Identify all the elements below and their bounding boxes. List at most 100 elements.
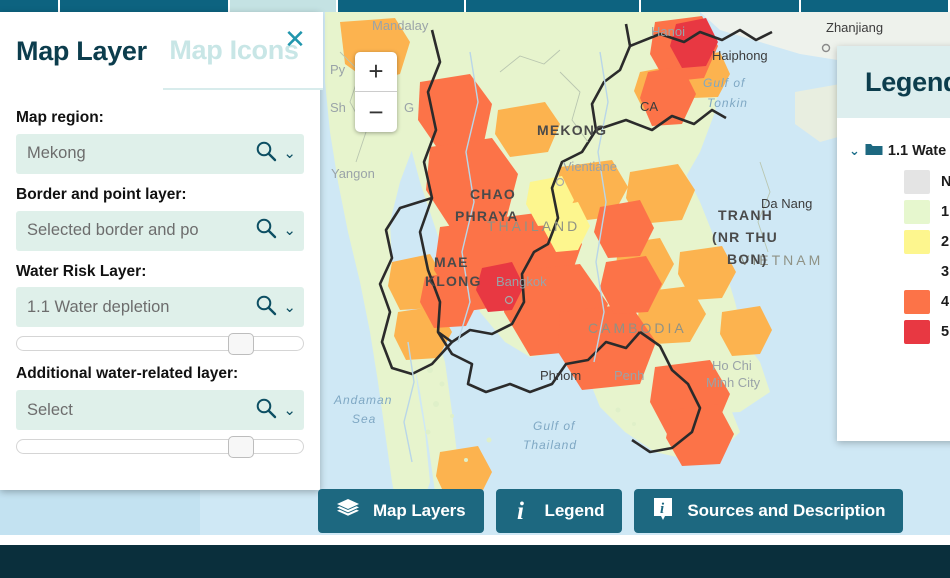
legend-item-label: 1	[941, 204, 950, 220]
legend-button-label: Legend	[544, 501, 605, 520]
panel-body: Map region: Mekong ⌄ Border and point layer…	[0, 90, 320, 459]
additional-water-layer-label: Additional water-related layer:	[16, 365, 239, 383]
legend-item-label: 3	[941, 264, 950, 280]
search-icon[interactable]	[255, 397, 277, 424]
chevron-down-icon[interactable]: ⌄	[283, 223, 296, 238]
map-layers-button-label: Map Layers	[373, 501, 466, 520]
map-region-value: Mekong	[27, 144, 86, 163]
map-city-label: Py	[330, 62, 346, 77]
map-layers-button[interactable]: Map Layers	[318, 489, 484, 533]
nav-seg-1[interactable]	[0, 0, 60, 12]
folder-icon	[865, 142, 883, 160]
additional-water-layer-select[interactable]: Select ⌄	[16, 390, 304, 431]
map-city-label: Haiphong	[712, 48, 768, 63]
water-risk-layer-label: Water Risk Layer:	[16, 262, 147, 280]
water-risk-layer-value: 1.1 Water depletion	[27, 297, 170, 316]
legend-row: 4	[904, 290, 950, 314]
additional-water-layer-opacity-slider[interactable]	[16, 436, 304, 459]
legend-item-label: N	[941, 174, 950, 190]
map-city-label: Phnom	[540, 368, 581, 383]
map-zoom-control[interactable]: + −	[355, 52, 397, 132]
info-italic-icon: i	[514, 496, 532, 527]
nav-seg-3[interactable]	[230, 0, 338, 12]
chevron-down-icon[interactable]: ⌄	[283, 146, 296, 161]
search-icon[interactable]	[255, 294, 277, 321]
tab-map-layer[interactable]: Map Layer	[0, 12, 163, 90]
legend-header: Legend	[837, 46, 950, 118]
map-basin-label: CHAO	[470, 186, 516, 202]
map-sea-label: Andaman	[333, 393, 392, 407]
layers-icon	[336, 498, 360, 525]
svg-text:i: i	[517, 498, 524, 522]
water-risk-layer-opacity-slider[interactable]	[16, 333, 304, 356]
map-basin-label: BON)	[727, 251, 768, 267]
map-region-select[interactable]: Mekong ⌄	[16, 133, 304, 174]
border-point-layer-label: Border and point layer:	[16, 185, 187, 203]
map-sea-label: Gulf of	[703, 76, 746, 90]
legend-group-header[interactable]: ⌄ 1.1 Wate	[849, 142, 950, 160]
map-basin-label: KLONG	[425, 273, 482, 289]
sources-description-button-label: Sources and Description	[687, 501, 886, 520]
map-city-label: CA	[640, 99, 658, 114]
search-icon[interactable]	[255, 217, 277, 244]
page-footer	[0, 545, 950, 578]
nav-seg-6[interactable]	[641, 0, 801, 12]
map-toolbar: Map Layers i Legend i Sources and Descriptio…	[318, 489, 904, 533]
map-city-label: Zhanjiang	[826, 20, 883, 35]
sources-description-button[interactable]: i Sources and Description	[634, 489, 904, 533]
map-city-label: Minh City	[706, 375, 761, 390]
legend-row: 1	[904, 200, 950, 224]
panel-tabs: Map Icons Map Layer ✕	[0, 12, 323, 90]
legend-color-swatch	[904, 260, 930, 284]
additional-water-layer-value: Select	[27, 400, 73, 419]
map-sea-label: Gulf of	[533, 419, 576, 433]
water-risk-layer-select[interactable]: 1.1 Water depletion ⌄	[16, 287, 304, 328]
legend-row: N	[904, 170, 950, 194]
map-city-label: Yangon	[331, 166, 375, 181]
footer-spacer	[0, 535, 950, 545]
legend-group-label: 1.1 Wate	[887, 143, 947, 159]
legend-row: 5	[904, 320, 950, 344]
nav-seg-2[interactable]	[60, 0, 230, 12]
legend-color-swatch	[904, 290, 930, 314]
zoom-in-button[interactable]: +	[355, 52, 397, 92]
map-city-label: Hanoi	[651, 24, 685, 39]
border-point-layer-select[interactable]: Selected border and po ⌄	[16, 210, 304, 251]
map-city-label: Vientiane	[563, 159, 617, 174]
chevron-down-icon[interactable]: ⌄	[283, 299, 296, 315]
close-icon[interactable]: ✕	[280, 26, 310, 56]
chevron-down-icon[interactable]: ⌄	[849, 144, 860, 159]
map-city-label: Bangkok	[496, 274, 547, 289]
map-city-label: Ho Chi	[712, 358, 752, 373]
slider-track[interactable]	[16, 439, 304, 455]
legend-row: 2	[904, 230, 950, 254]
top-navigation-bar	[0, 0, 950, 12]
slider-thumb[interactable]	[227, 333, 254, 356]
map-region-label: Map region:	[16, 109, 104, 126]
nav-seg-7[interactable]	[801, 0, 950, 12]
map-basin-label: MEKONG	[537, 122, 607, 138]
map-basin-label: (NR THU	[712, 229, 778, 245]
zoom-out-button[interactable]: −	[355, 92, 397, 132]
search-icon[interactable]	[255, 140, 277, 167]
app-root: THAILAND CAMBODIA VIETNAM Gulf of Tonkin Anda…	[0, 0, 950, 578]
map-sea-label: Sea	[352, 412, 376, 426]
legend-color-swatch	[904, 230, 930, 254]
border-point-layer-value: Selected border and po	[27, 221, 199, 240]
legend-item-label: 2	[941, 234, 950, 250]
nav-seg-5[interactable]	[466, 0, 641, 12]
legend-item-label: 5	[941, 324, 950, 340]
legend-button[interactable]: i Legend	[495, 489, 623, 533]
legend-body: ⌄ 1.1 Wate N 1 2 3 4 5	[837, 118, 950, 344]
map-city-label: G	[404, 100, 414, 115]
slider-track[interactable]	[16, 336, 304, 352]
chevron-down-icon[interactable]: ⌄	[283, 402, 296, 418]
map-city-label: Penh	[614, 368, 644, 383]
nav-seg-4[interactable]	[338, 0, 466, 12]
legend-items: N 1 2 3 4 5	[849, 170, 950, 344]
map-city-label: Da Nang	[761, 196, 812, 211]
map-layer-panel: Map Icons Map Layer ✕ Map region: Mekong ⌄…	[0, 12, 323, 490]
map-city-label: Sh	[330, 100, 346, 115]
legend-color-swatch	[904, 170, 930, 194]
slider-thumb[interactable]	[227, 436, 254, 459]
